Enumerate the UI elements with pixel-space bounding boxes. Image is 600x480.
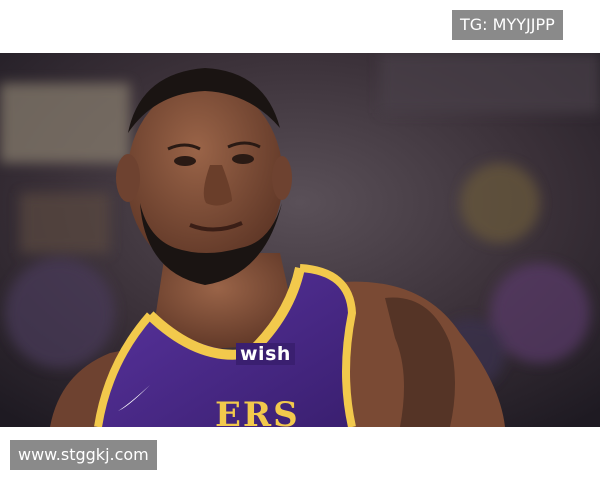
photo-illustration xyxy=(0,53,600,427)
player-photo: wish ERS xyxy=(0,53,600,427)
jersey-team-text: ERS xyxy=(215,395,300,427)
jersey-sponsor-text: wish xyxy=(236,343,295,365)
top-watermark: TG: MYYJJPP xyxy=(452,10,563,40)
bottom-watermark: www.stggkj.com xyxy=(10,440,157,470)
